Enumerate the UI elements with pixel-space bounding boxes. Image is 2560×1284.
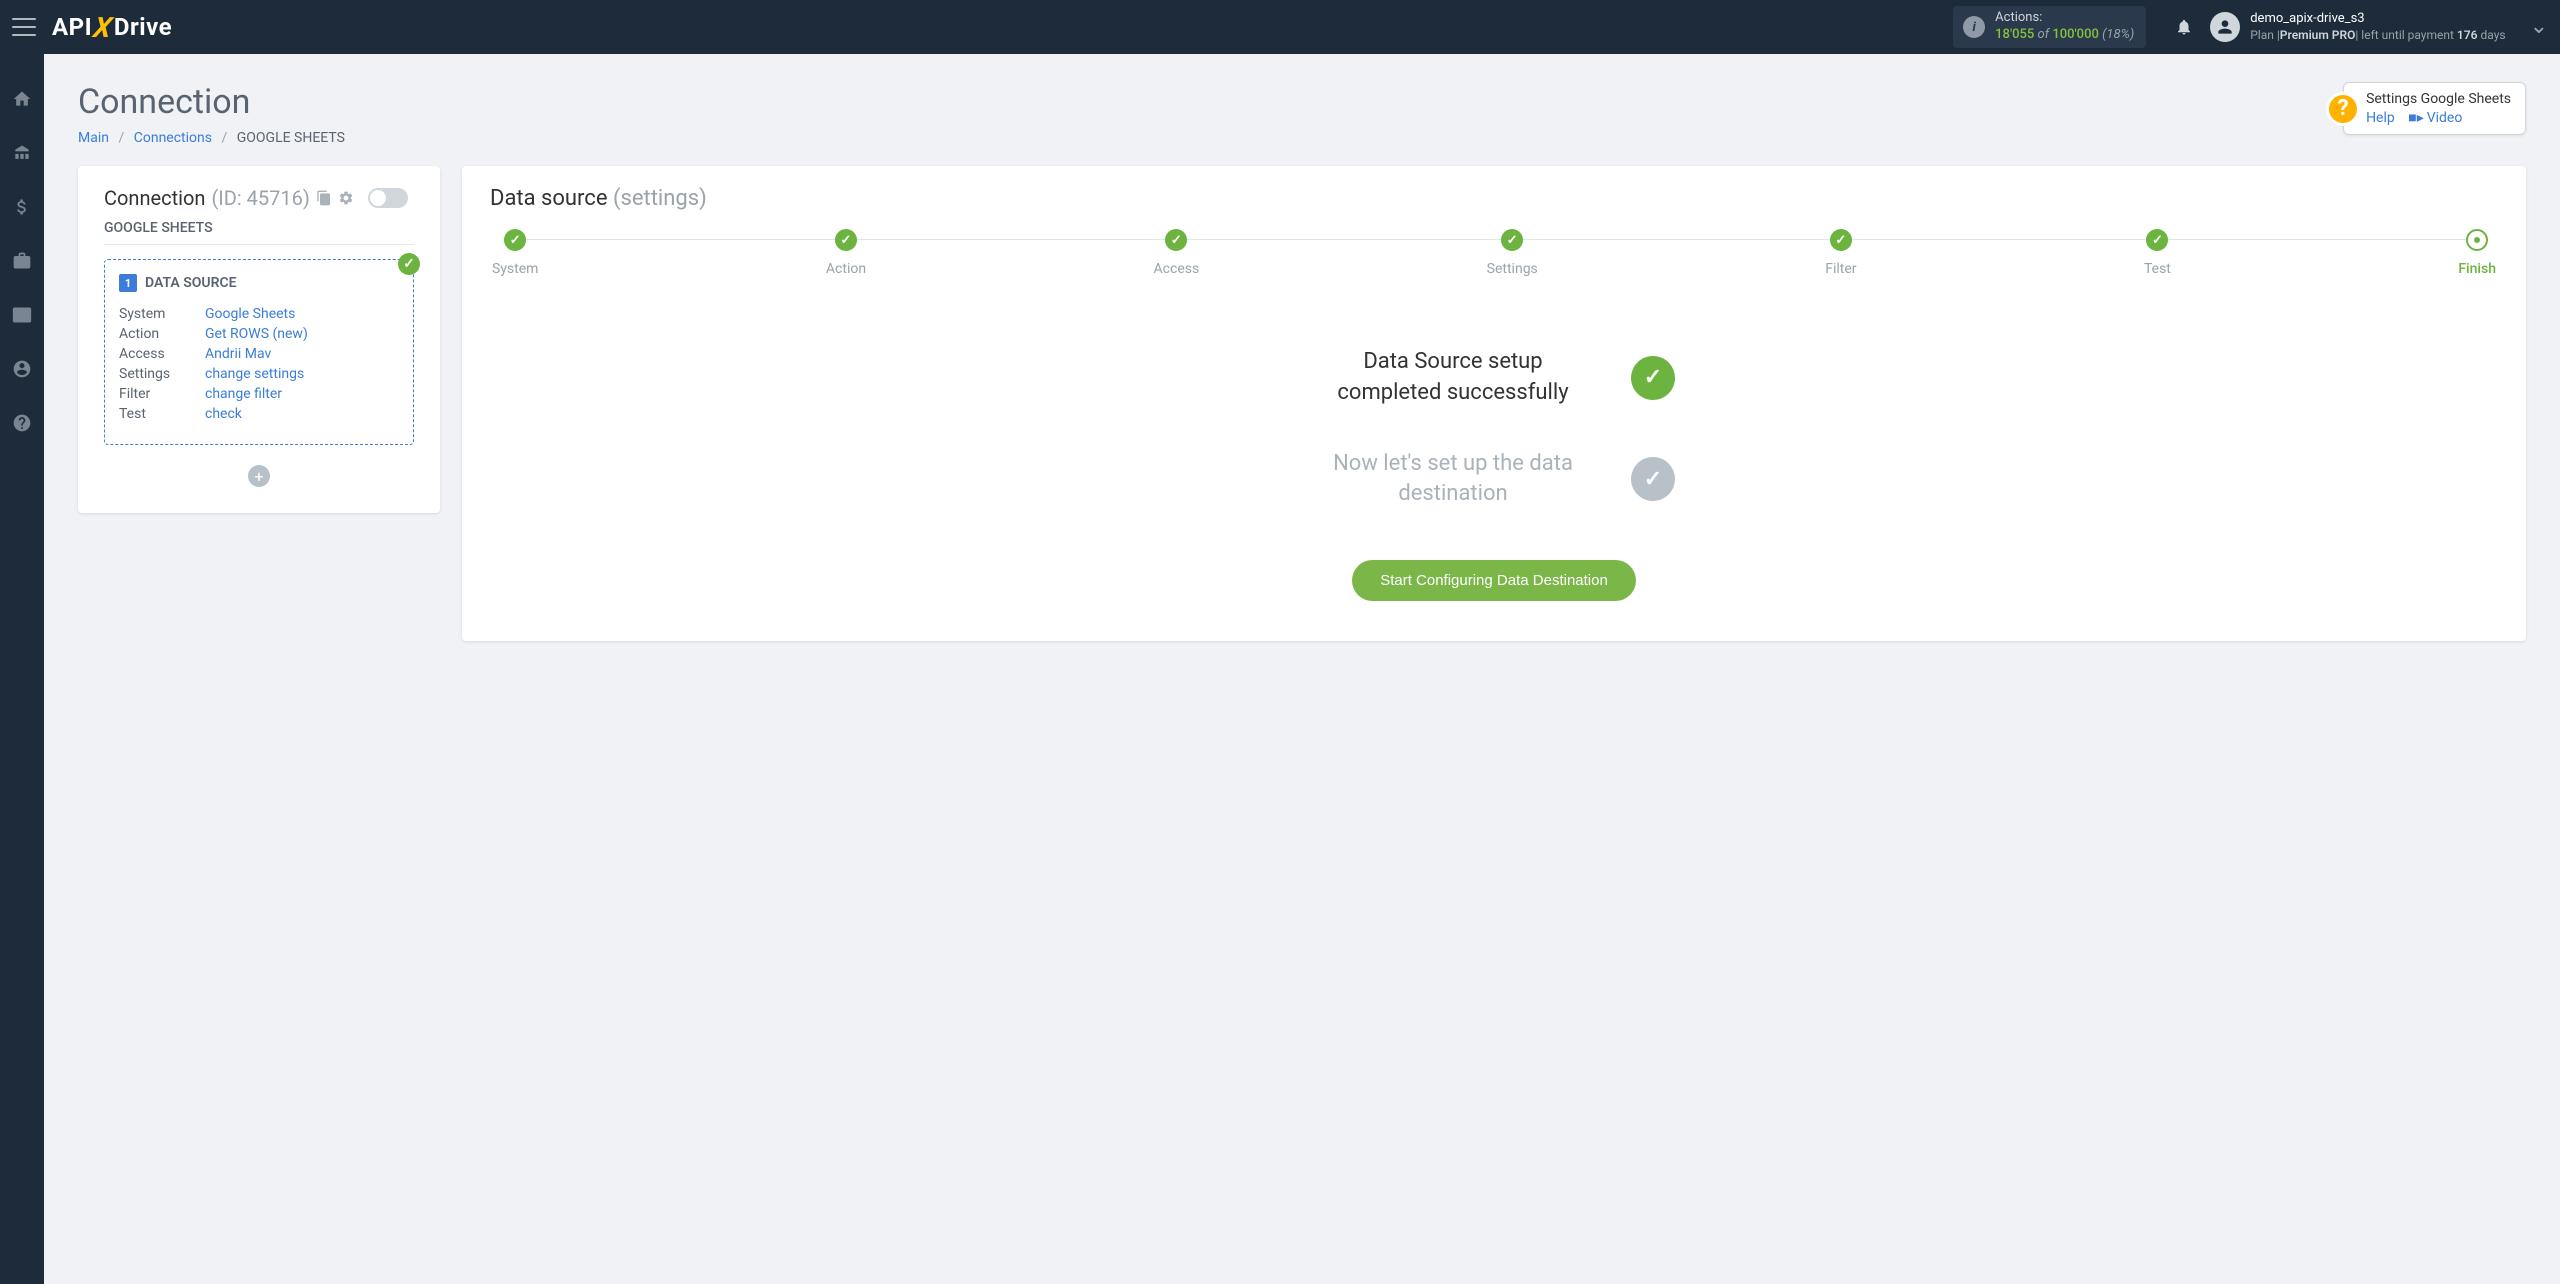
user-menu[interactable]: demo_apix-drive_s3 Plan |Premium PRO| le… [2210, 11, 2548, 43]
step-label: Action [826, 261, 866, 277]
actions-pct: (18%) [2102, 27, 2134, 42]
step-label: Access [1154, 261, 1200, 277]
main-content: Connection Main / Connections / GOOGLE S… [44, 54, 2560, 669]
check-icon: ✓ [398, 253, 420, 275]
step-label: System [492, 261, 538, 277]
connection-toggle[interactable] [368, 188, 408, 208]
step-label: Settings [1487, 261, 1538, 277]
step-action[interactable]: ✓ Action [826, 229, 866, 277]
ds-row-value[interactable]: change filter [205, 386, 282, 402]
video-link[interactable]: Video [2427, 110, 2463, 126]
ds-row-value[interactable]: check [205, 406, 242, 422]
page-title: Connection [78, 82, 345, 122]
progress-steps: ✓ System ✓ Action ✓ Access ✓ Settings ✓ Filter ✓ Te… [490, 229, 2498, 277]
start-destination-button[interactable]: Start Configuring Data Destination [1352, 560, 1636, 601]
add-destination-button[interactable]: + [248, 465, 270, 487]
settings-title: Data source (settings) [490, 186, 2498, 211]
sidebar-tools[interactable] [0, 246, 44, 276]
sidebar-connections[interactable] [0, 138, 44, 168]
help-icon[interactable]: ? [2326, 92, 2360, 126]
copy-icon[interactable] [316, 190, 332, 206]
step-current-icon [2466, 229, 2488, 251]
help-link[interactable]: Help [2366, 110, 2395, 126]
step-access[interactable]: ✓ Access [1154, 229, 1200, 277]
ds-row: ActionGet ROWS (new) [119, 326, 399, 342]
status-complete-text: Data Source setup completed successfully [1313, 347, 1593, 409]
settings-card: Data source (settings) ✓ System ✓ Action ✓ Ac… [462, 166, 2526, 641]
ds-row-key: Filter [119, 386, 205, 402]
sidebar-help[interactable] [0, 408, 44, 438]
step-label: Filter [1825, 261, 1856, 277]
connection-id: (ID: 45716) [211, 186, 309, 210]
check-icon: ✓ [1631, 356, 1675, 400]
step-done-icon: ✓ [2146, 229, 2168, 251]
data-source-box[interactable]: ✓ 1 DATA SOURCE SystemGoogle SheetsActio… [104, 259, 414, 445]
avatar-icon [2210, 12, 2240, 42]
gear-icon[interactable] [338, 190, 354, 206]
ds-title: DATA SOURCE [145, 275, 237, 291]
actions-label: Actions: [1995, 10, 2134, 27]
ds-row-value[interactable]: Andrii Mav [205, 346, 271, 362]
info-icon: i [1963, 16, 1985, 38]
sidebar-video[interactable] [0, 300, 44, 330]
ds-row-key: Action [119, 326, 205, 342]
video-icon: ■▸ [2408, 110, 2423, 126]
ds-row-value[interactable]: change settings [205, 366, 304, 382]
ds-row-key: Test [119, 406, 205, 422]
step-test[interactable]: ✓ Test [2144, 229, 2171, 277]
chevron-down-icon[interactable]: ⌄ [2530, 14, 2548, 39]
connection-title: Connection [104, 186, 205, 210]
sidebar-billing[interactable] [0, 192, 44, 222]
bell-icon[interactable] [2166, 9, 2202, 45]
actions-total: 100'000 [2052, 27, 2099, 42]
actions-counter[interactable]: i Actions: 18'055 of 100'000 (18%) [1953, 6, 2146, 48]
step-done-icon: ✓ [1501, 229, 1523, 251]
step-label: Finish [2458, 261, 2496, 277]
step-done-icon: ✓ [1165, 229, 1187, 251]
ds-number: 1 [119, 274, 137, 292]
status-next: Now let's set up the data destination ✓ [1313, 449, 1675, 511]
connection-subtitle: GOOGLE SHEETS [104, 220, 414, 245]
ds-row-key: System [119, 306, 205, 322]
ds-row: Testcheck [119, 406, 399, 422]
check-icon: ✓ [1631, 457, 1675, 501]
help-panel: ? Settings Google Sheets Help ■▸Video [2343, 82, 2526, 135]
actions-used: 18'055 [1995, 27, 2034, 42]
sidebar [0, 54, 44, 1284]
breadcrumb-connections[interactable]: Connections [134, 130, 212, 146]
status-complete: Data Source setup completed successfully… [1313, 347, 1675, 409]
sidebar-account[interactable] [0, 354, 44, 384]
ds-row: Settingschange settings [119, 366, 399, 382]
ds-row-value[interactable]: Get ROWS (new) [205, 326, 308, 342]
sidebar-home[interactable] [0, 84, 44, 114]
ds-row-value[interactable]: Google Sheets [205, 306, 295, 322]
status-next-text: Now let's set up the data destination [1313, 449, 1593, 511]
step-done-icon: ✓ [1830, 229, 1852, 251]
step-finish[interactable]: Finish [2458, 229, 2496, 277]
step-settings[interactable]: ✓ Settings [1487, 229, 1538, 277]
step-label: Test [2144, 261, 2171, 277]
ds-row: SystemGoogle Sheets [119, 306, 399, 322]
breadcrumb-main[interactable]: Main [78, 130, 109, 146]
help-title: Settings Google Sheets [2366, 91, 2511, 107]
ds-row-key: Access [119, 346, 205, 362]
connection-card: Connection (ID: 45716) GOOGLE SHEETS ✓ 1… [78, 166, 440, 513]
breadcrumb: Main / Connections / GOOGLE SHEETS [78, 130, 345, 146]
user-name: demo_apix-drive_s3 [2250, 11, 2505, 28]
logo[interactable]: APIXDrive [52, 11, 172, 44]
ds-row: Filterchange filter [119, 386, 399, 402]
top-bar: APIXDrive i Actions: 18'055 of 100'000 (… [0, 0, 2560, 54]
step-done-icon: ✓ [504, 229, 526, 251]
hamburger-icon[interactable] [12, 18, 36, 36]
step-filter[interactable]: ✓ Filter [1825, 229, 1856, 277]
ds-row: AccessAndrii Mav [119, 346, 399, 362]
ds-row-key: Settings [119, 366, 205, 382]
step-system[interactable]: ✓ System [492, 229, 538, 277]
step-done-icon: ✓ [835, 229, 857, 251]
breadcrumb-current: GOOGLE SHEETS [237, 130, 345, 146]
